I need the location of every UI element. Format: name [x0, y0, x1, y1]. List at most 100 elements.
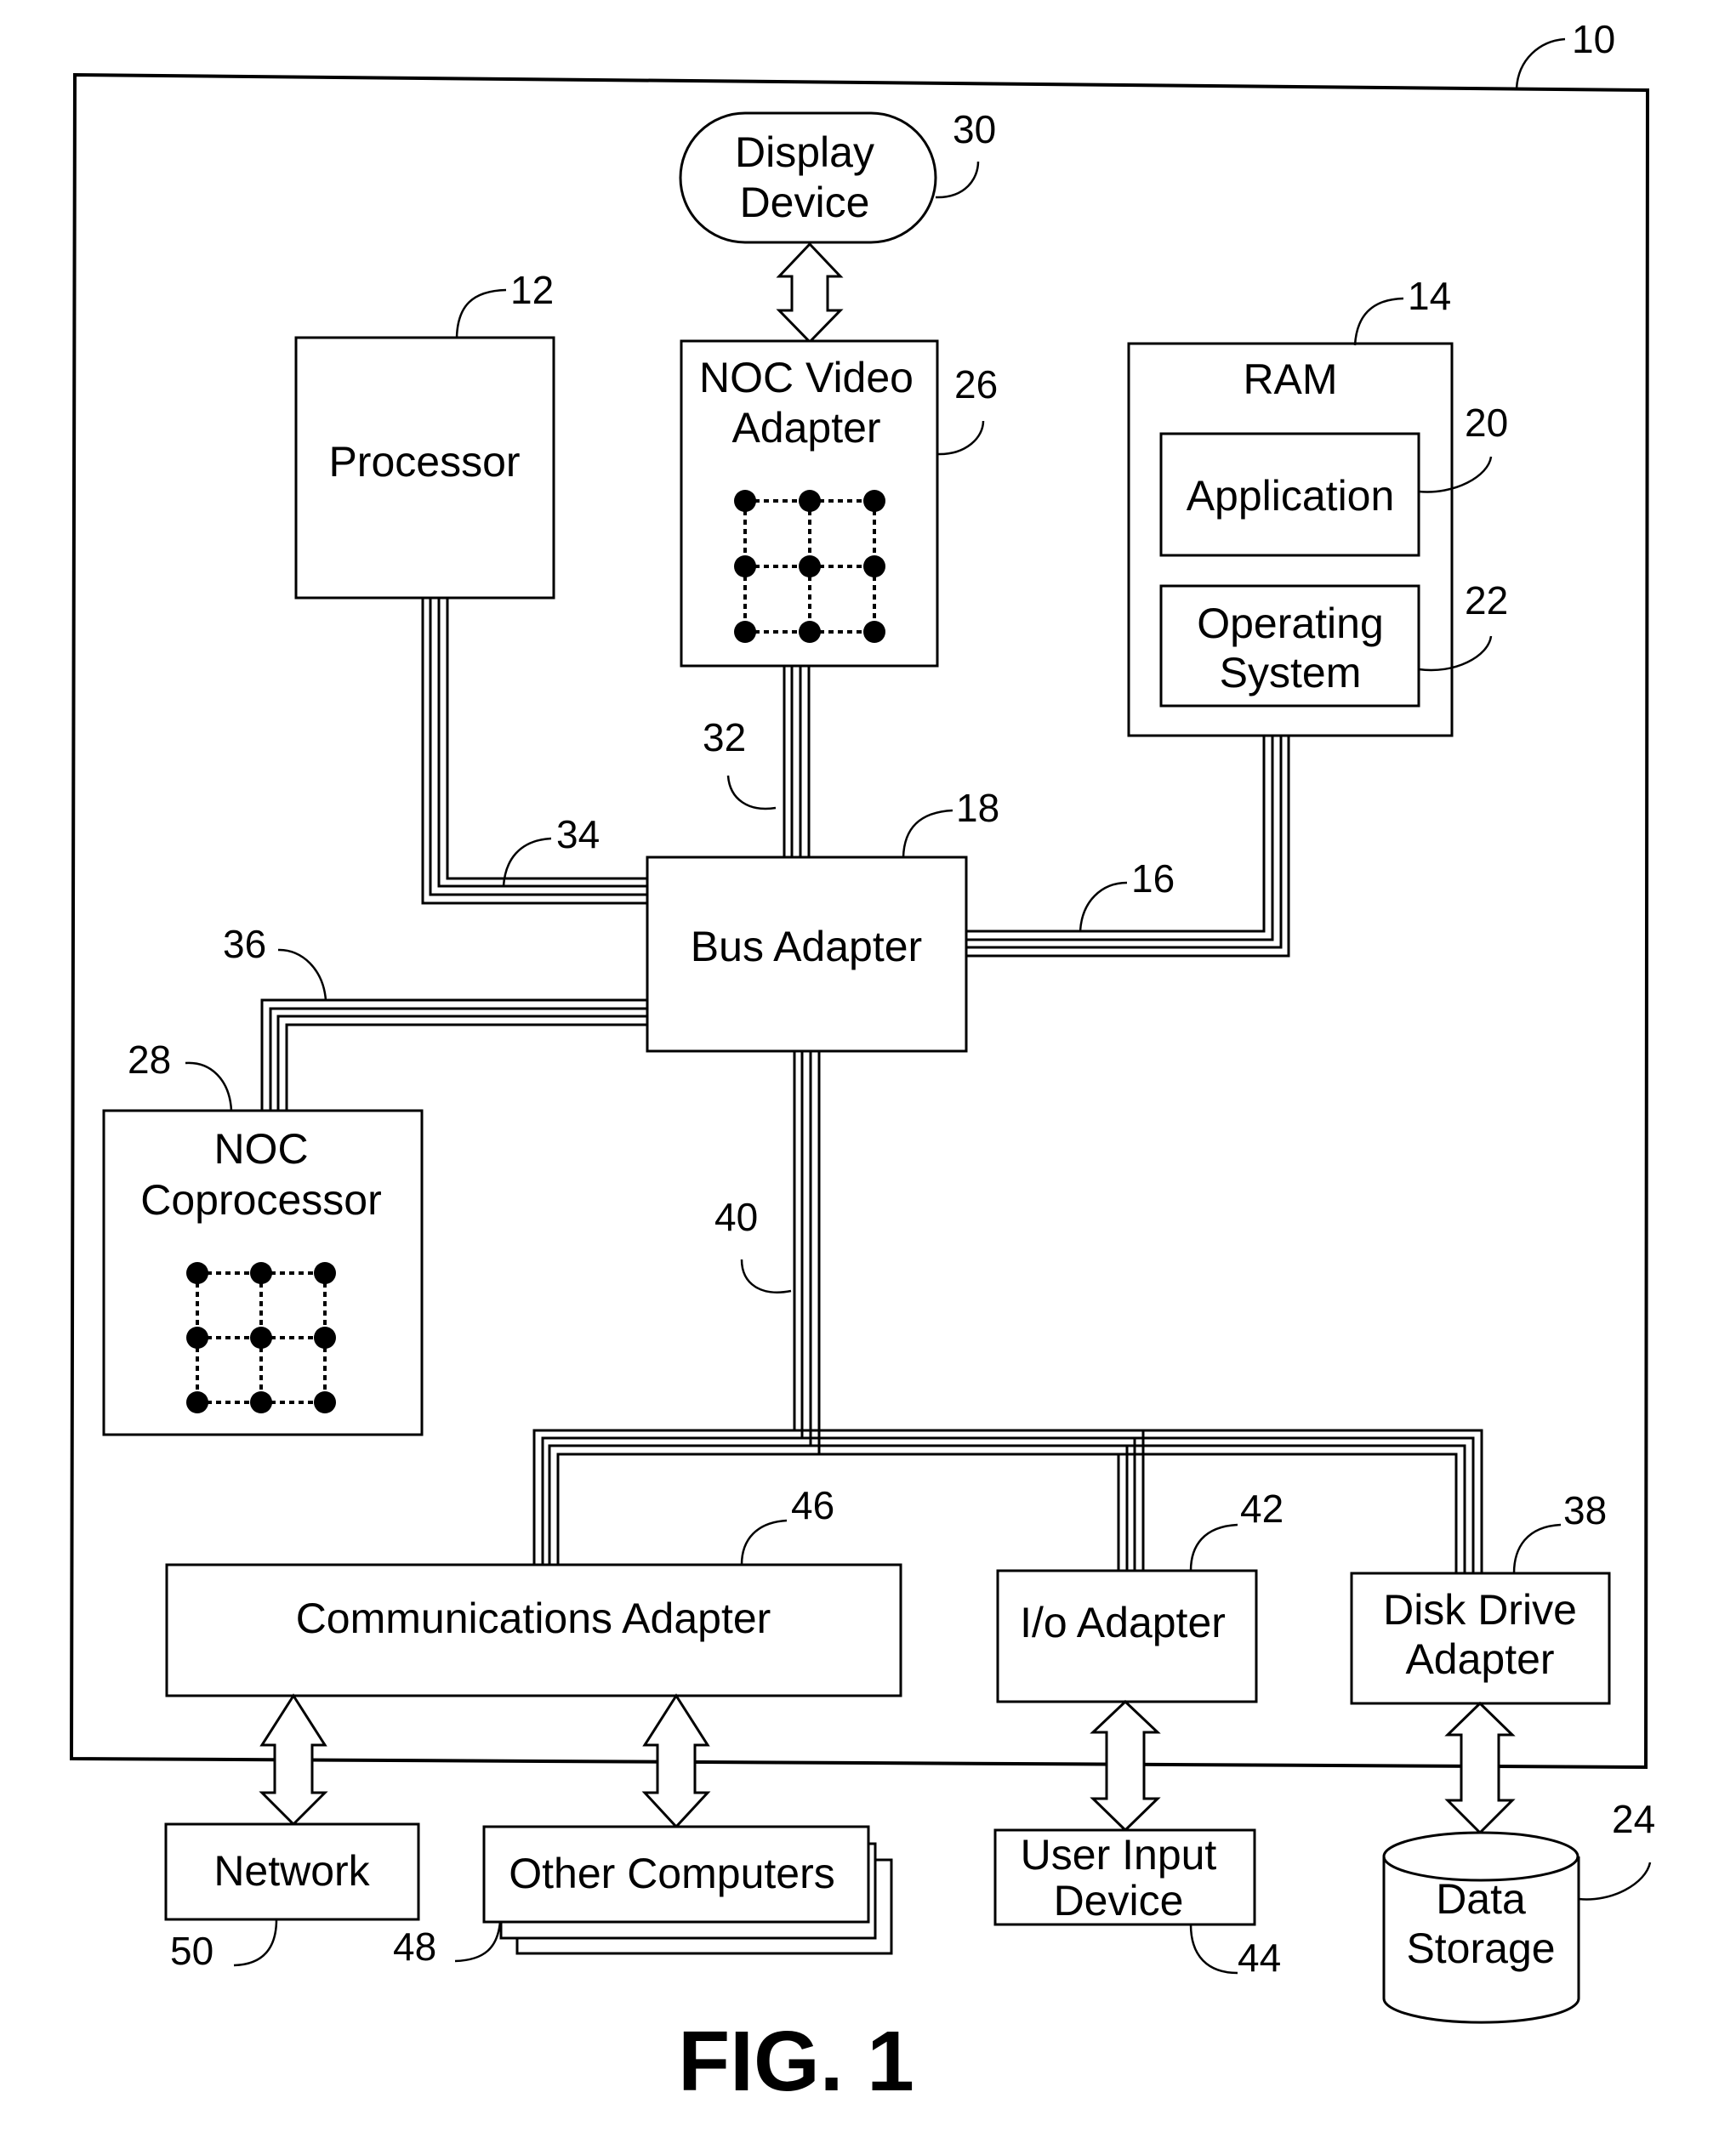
ref-data-storage: 24 — [1612, 1797, 1655, 1841]
leader-18 — [902, 809, 953, 858]
disk-drive-adapter-label-2: Adapter — [1405, 1635, 1554, 1683]
leader-48 — [454, 1921, 502, 1963]
ref-operating-system: 22 — [1465, 578, 1508, 623]
noc-video-adapter: NOC Video Adapter — [680, 339, 939, 668]
user-input-device-label-1: User Input — [1021, 1831, 1217, 1879]
mesh-node — [186, 1327, 208, 1349]
leader-38 — [1512, 1523, 1562, 1574]
user-input-device-label-2: Device — [1054, 1877, 1184, 1924]
ref-user-input-device: 44 — [1238, 1936, 1281, 1980]
leader-44 — [1189, 1924, 1238, 1975]
mesh-node — [314, 1262, 336, 1284]
leader-24 — [1578, 1862, 1652, 1901]
leader-30 — [935, 161, 980, 199]
ref-noc-video-adapter: 26 — [954, 362, 998, 406]
ref-io-adapter: 42 — [1240, 1487, 1284, 1531]
disk-drive-adapter-label-1: Disk Drive — [1383, 1586, 1577, 1634]
computer-system-diagram: 10 34 32 16 36 40 Display Device 30 Proc… — [69, 17, 1655, 2109]
data-storage-label-2: Storage — [1406, 1924, 1555, 1972]
leader-28 — [185, 1061, 233, 1111]
ref-bus-adapter: 18 — [956, 786, 999, 830]
ref-front-side-bus: 34 — [556, 812, 600, 856]
mesh-node — [734, 621, 756, 643]
display-video-arrow — [776, 242, 844, 344]
io-adapter: I/o Adapter — [996, 1569, 1258, 1703]
leader-12 — [455, 288, 507, 338]
display-device-label-2: Device — [740, 179, 870, 226]
bus-adapter-label: Bus Adapter — [691, 923, 922, 970]
leader-40 — [740, 1259, 792, 1293]
mesh-node — [799, 490, 821, 512]
ref-display-device: 30 — [953, 107, 996, 151]
leader-36 — [277, 948, 327, 1001]
network-label: Network — [213, 1847, 370, 1895]
ref-other-computers: 48 — [393, 1924, 436, 1969]
mesh-node — [799, 621, 821, 643]
ref-processor: 12 — [510, 268, 554, 312]
display-device-label-1: Display — [735, 128, 874, 176]
other-computers: Other Computers — [482, 1825, 893, 1955]
leader-14 — [1353, 297, 1404, 346]
ram-label: RAM — [1243, 355, 1337, 403]
mesh-node — [734, 555, 756, 577]
processor: Processor — [294, 336, 555, 600]
memory-bus — [966, 736, 1290, 958]
disk-drive-adapter: Disk Drive Adapter — [1350, 1572, 1611, 1705]
leader-42 — [1189, 1523, 1238, 1572]
figure-caption: FIG. 1 — [678, 2014, 914, 2109]
ref-video-bus: 32 — [703, 715, 746, 759]
other-computers-label: Other Computers — [509, 1850, 834, 1897]
user-input-device: User Input Device — [993, 1828, 1256, 1926]
expansion-bus — [532, 1051, 1483, 1573]
ref-ram: 14 — [1408, 274, 1451, 318]
ref-application: 20 — [1465, 401, 1508, 445]
display-device: Display Device — [679, 111, 937, 244]
bus-adapter: Bus Adapter — [646, 856, 968, 1053]
noc-coprocessor-label-1: NOC — [213, 1125, 308, 1173]
leader-26 — [936, 420, 985, 456]
noc-video-adapter-label-2: Adapter — [731, 404, 880, 452]
data-storage-label-1: Data — [1436, 1875, 1526, 1923]
mesh-node — [863, 490, 885, 512]
mesh-node — [799, 555, 821, 577]
processor-label: Processor — [328, 438, 520, 486]
ram: RAM Application Operating System — [1127, 342, 1454, 737]
ref-coprocessor-bus: 36 — [223, 922, 266, 966]
ref-expansion-bus: 40 — [714, 1195, 758, 1239]
noc-video-adapter-label-1: NOC Video — [699, 354, 914, 401]
mesh-node — [186, 1391, 208, 1413]
mesh-node — [250, 1262, 272, 1284]
application-label: Application — [1187, 472, 1395, 520]
mesh-node — [863, 555, 885, 577]
leader-50 — [233, 1919, 278, 1967]
mesh-node — [734, 490, 756, 512]
leader-32 — [726, 775, 777, 810]
ref-noc-coprocessor: 28 — [128, 1038, 171, 1082]
mesh-node — [186, 1262, 208, 1284]
data-storage: Data Storage — [1382, 1831, 1580, 2024]
communications-adapter: Communications Adapter — [165, 1563, 902, 1697]
communications-adapter-label: Communications Adapter — [296, 1595, 771, 1642]
leader-16 — [1079, 881, 1128, 932]
mesh-node — [314, 1391, 336, 1413]
leader-10 — [1515, 37, 1566, 89]
mesh-node — [250, 1327, 272, 1349]
ref-system: 10 — [1572, 17, 1615, 61]
front-side-bus — [421, 598, 647, 905]
operating-system-label-2: System — [1220, 649, 1362, 696]
noc-coprocessor: NOC Coprocessor — [102, 1109, 424, 1436]
ref-communications-adapter: 46 — [791, 1483, 834, 1527]
mesh-node — [314, 1327, 336, 1349]
video-bus — [783, 666, 811, 858]
mesh-node — [250, 1391, 272, 1413]
ref-network: 50 — [170, 1929, 213, 1973]
io-adapter-label: I/o Adapter — [1020, 1599, 1226, 1646]
coprocessor-bus — [260, 998, 647, 1111]
mesh-node — [863, 621, 885, 643]
ref-memory-bus: 16 — [1131, 856, 1175, 901]
noc-coprocessor-label-2: Coprocessor — [140, 1176, 381, 1224]
network: Network — [164, 1822, 420, 1921]
operating-system-label-1: Operating — [1197, 600, 1384, 647]
ref-disk-drive-adapter: 38 — [1563, 1488, 1607, 1532]
leader-46 — [740, 1519, 788, 1566]
